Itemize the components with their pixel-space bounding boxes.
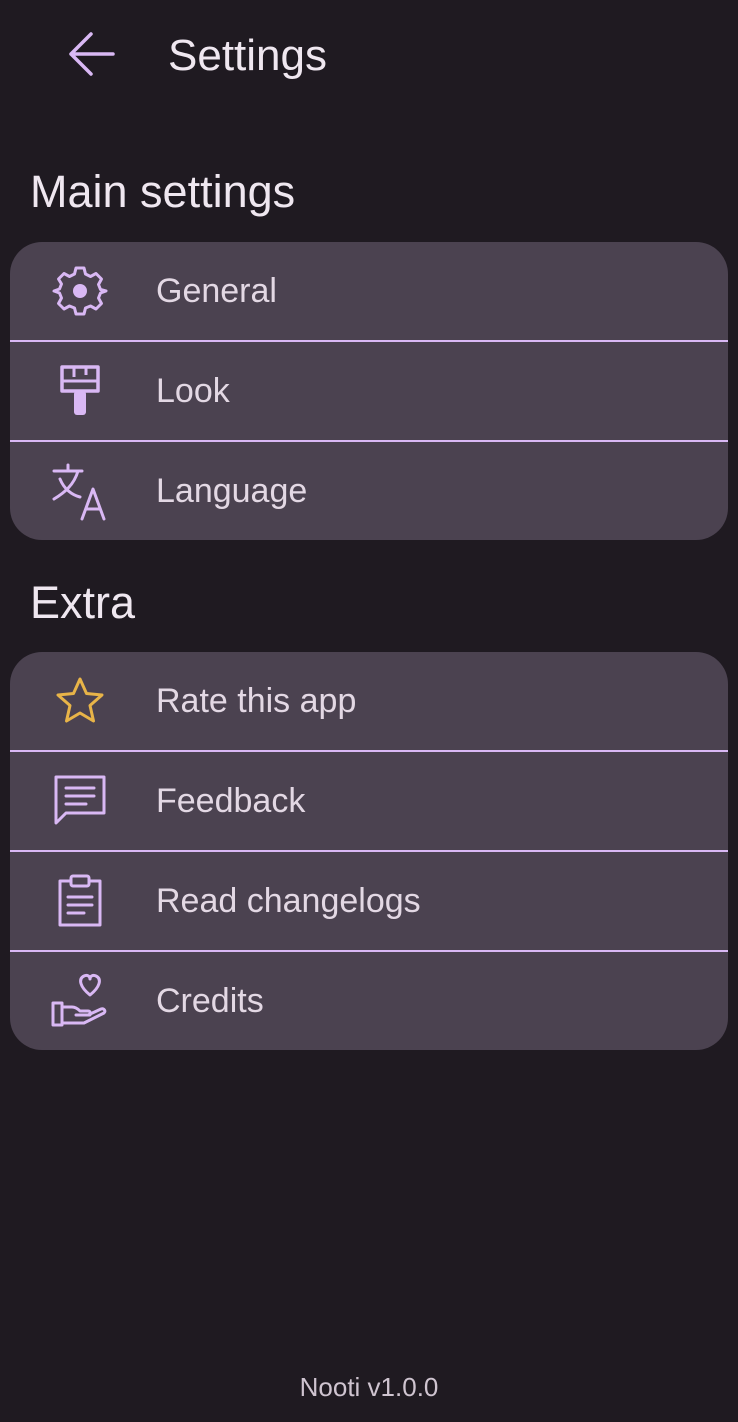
- gear-icon: [50, 261, 110, 321]
- translate-icon: [50, 461, 110, 521]
- settings-item-label: Look: [156, 371, 230, 410]
- main-settings-card: General Look Language: [10, 242, 728, 540]
- back-button[interactable]: [56, 22, 126, 86]
- settings-item-general[interactable]: General: [10, 242, 728, 340]
- settings-item-label: Language: [156, 471, 308, 510]
- chat-bubble-icon: [50, 771, 110, 831]
- extra-card: Rate this app Feedback Read changelogs C…: [10, 652, 728, 1050]
- star-icon: [50, 671, 110, 731]
- settings-item-language[interactable]: Language: [10, 440, 728, 540]
- settings-item-look[interactable]: Look: [10, 340, 728, 440]
- settings-item-label: General: [156, 271, 277, 310]
- arrow-left-icon: [69, 32, 115, 76]
- section-title-extra: Extra: [30, 577, 136, 628]
- clipboard-list-icon: [50, 871, 110, 931]
- extra-item-changelogs[interactable]: Read changelogs: [10, 850, 728, 950]
- extra-item-label: Rate this app: [156, 681, 357, 720]
- extra-item-label: Credits: [156, 981, 264, 1020]
- section-title-main-settings: Main settings: [30, 166, 296, 217]
- top-app-bar: Settings: [0, 0, 738, 110]
- extra-item-label: Read changelogs: [156, 881, 421, 920]
- page-title: Settings: [168, 31, 327, 80]
- hand-heart-icon: [50, 971, 110, 1031]
- extra-item-credits[interactable]: Credits: [10, 950, 728, 1050]
- extra-item-label: Feedback: [156, 781, 306, 820]
- extra-item-rate-app[interactable]: Rate this app: [10, 652, 728, 750]
- paint-brush-icon: [50, 361, 110, 421]
- extra-item-feedback[interactable]: Feedback: [10, 750, 728, 850]
- app-version: Nooti v1.0.0: [299, 1372, 439, 1402]
